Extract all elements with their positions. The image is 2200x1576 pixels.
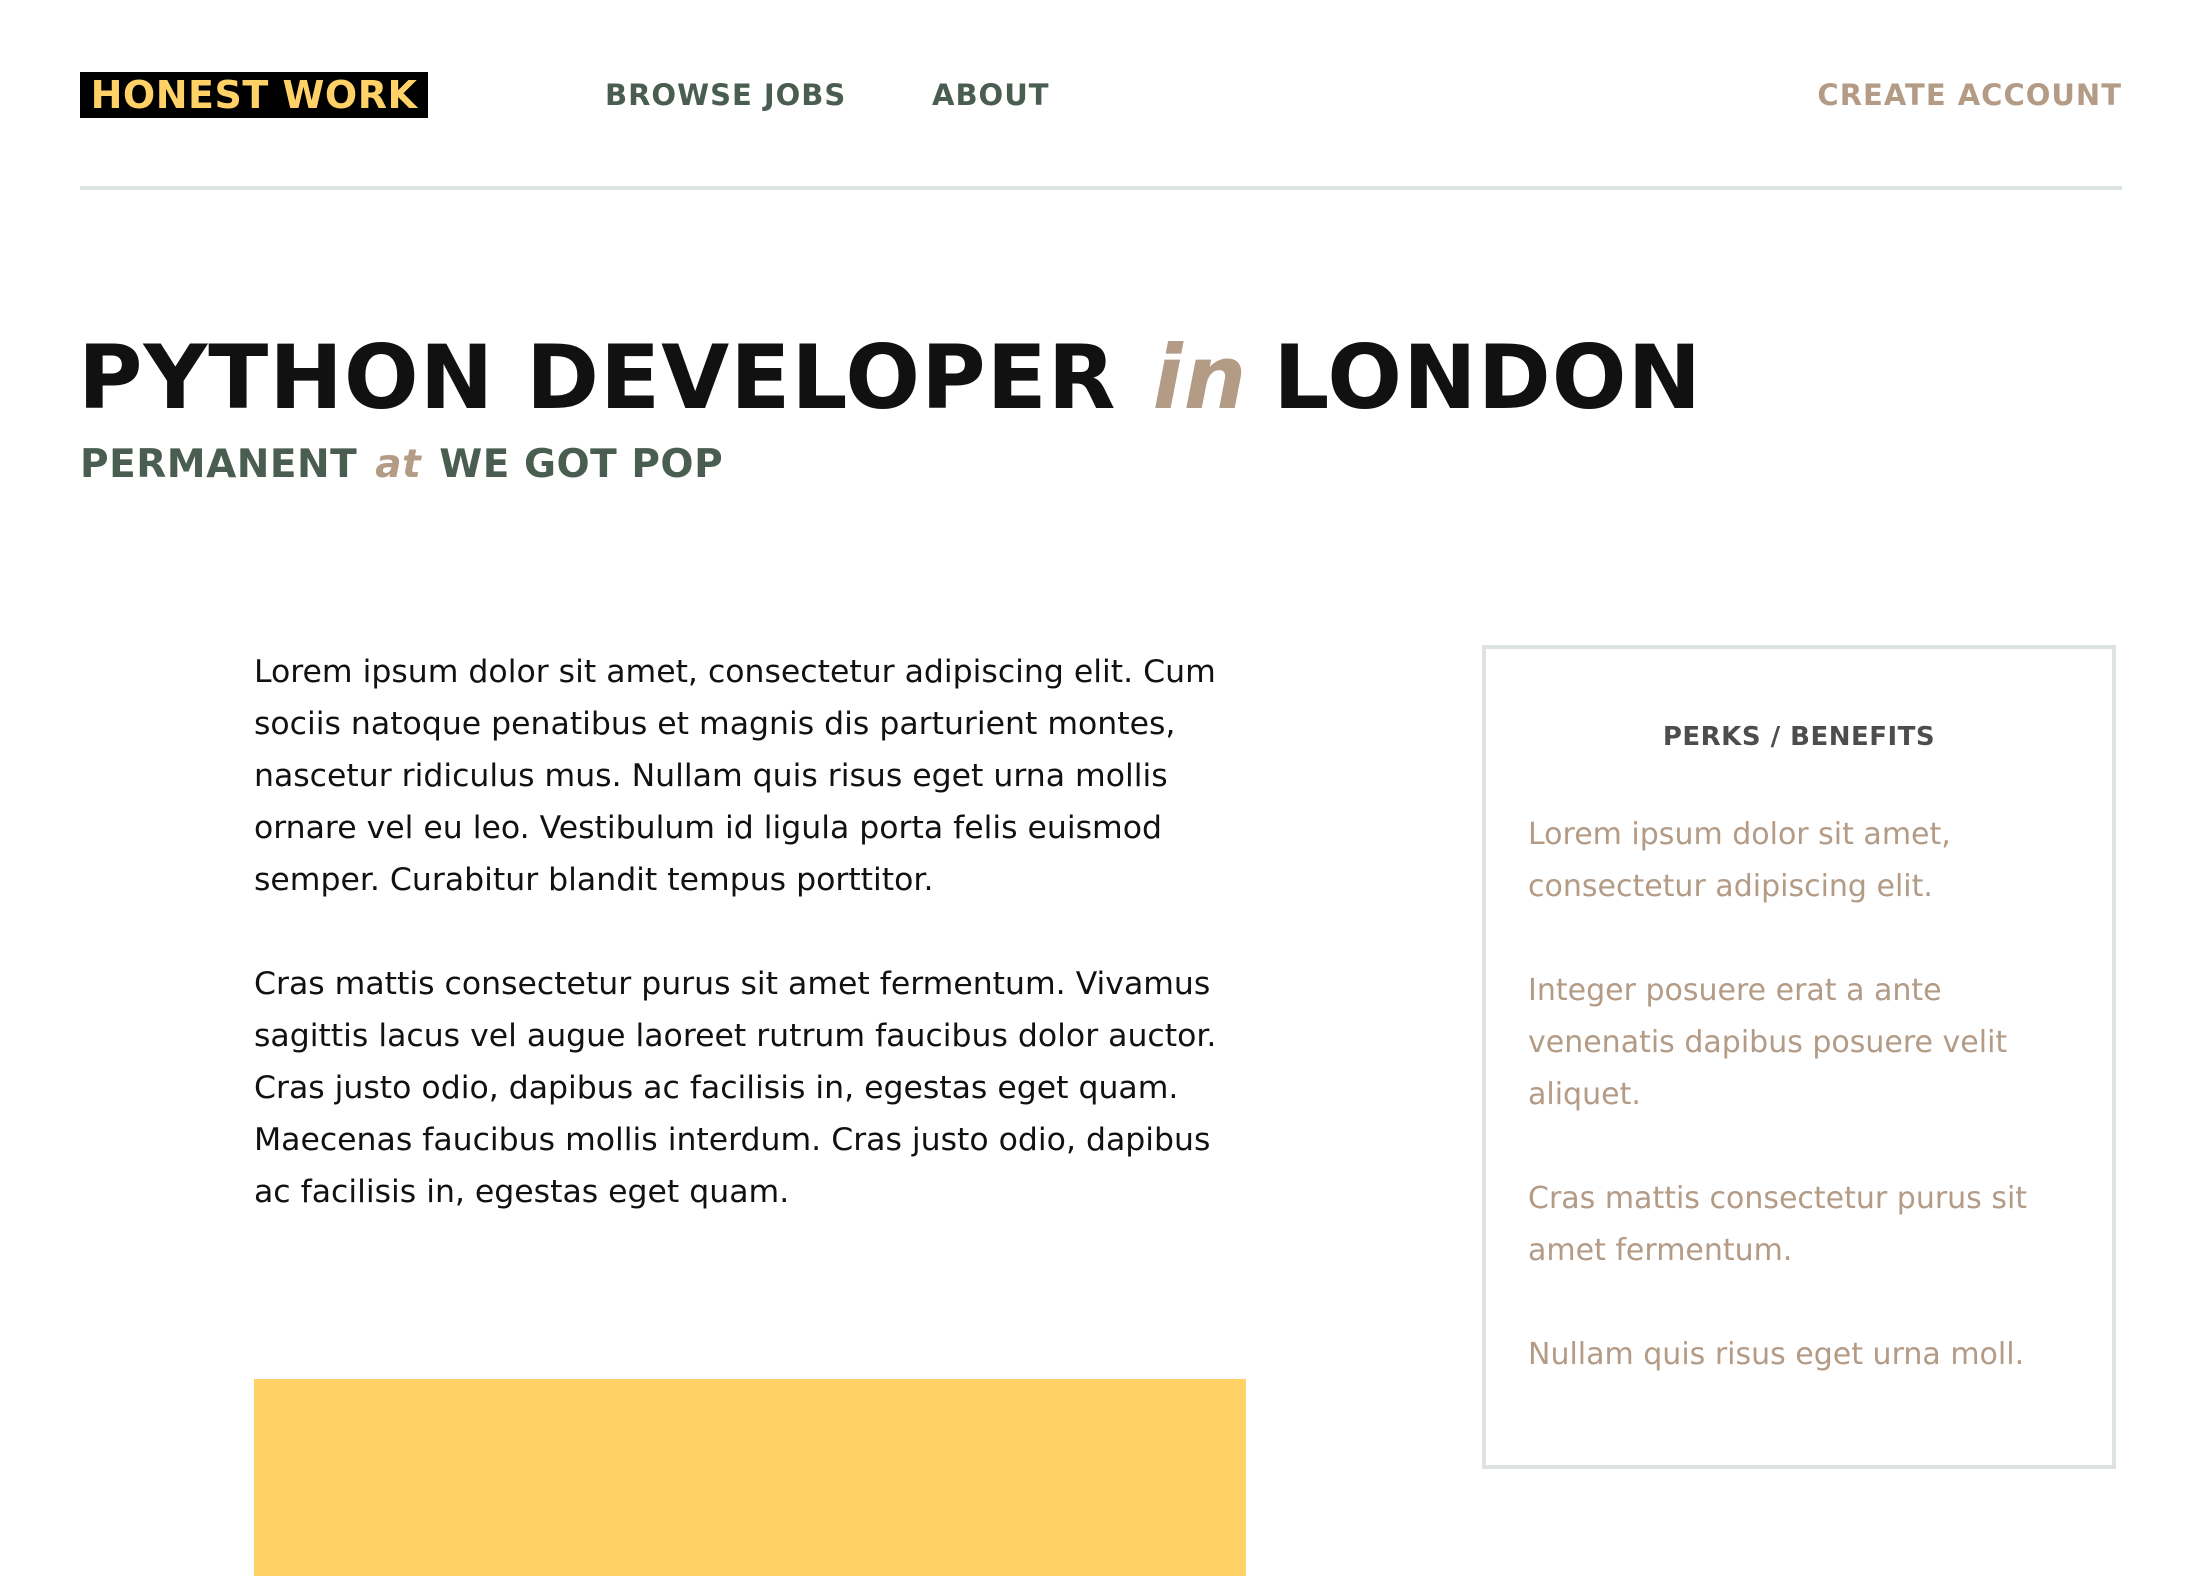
perk-item: Nullam quis risus eget urna moll.: [1528, 1337, 2025, 1372]
site-header: HONEST WORK BROWSE JOBS ABOUT CREATE ACC…: [80, 72, 2122, 122]
job-location: LONDON: [1273, 326, 1703, 429]
job-subtitle: PERMANENT at WE GOT POP: [80, 440, 723, 490]
perk-item: Lorem ipsum dolor sit amet, consectetur …: [1528, 817, 1951, 904]
apply-banner[interactable]: [254, 1379, 1246, 1576]
header-divider: [80, 186, 2122, 190]
company-name: WE GOT POP: [439, 442, 724, 487]
title-connector: in: [1152, 326, 1248, 429]
subtitle-connector: at: [375, 442, 422, 487]
job-description: Lorem ipsum dolor sit amet, consectetur …: [254, 646, 1254, 1270]
nav-browse-jobs[interactable]: BROWSE JOBS: [605, 78, 846, 112]
perk-item: Cras mattis consectetur purus sit amet f…: [1528, 1181, 2028, 1268]
job-detail-page: HONEST WORK BROWSE JOBS ABOUT CREATE ACC…: [0, 0, 2200, 1576]
perk-item: Integer posuere erat a ante venenatis da…: [1528, 973, 2008, 1112]
job-type: PERMANENT: [80, 442, 358, 487]
perks-list: Lorem ipsum dolor sit amet, consectetur …: [1528, 809, 2088, 1433]
job-title-heading: PYTHON DEVELOPER in LONDON: [78, 328, 1702, 428]
create-account-link[interactable]: CREATE ACCOUNT: [1817, 78, 2122, 112]
nav-about[interactable]: ABOUT: [932, 78, 1050, 112]
description-paragraph: Lorem ipsum dolor sit amet, consectetur …: [254, 654, 1216, 898]
description-paragraph: Cras mattis consectetur purus sit amet f…: [254, 966, 1217, 1210]
perks-title: PERKS / BENEFITS: [1662, 722, 1936, 752]
site-logo[interactable]: HONEST WORK: [80, 72, 428, 118]
job-title: PYTHON DEVELOPER: [78, 326, 1117, 429]
perks-panel: PERKS / BENEFITS Lorem ipsum dolor sit a…: [1482, 645, 2116, 1469]
